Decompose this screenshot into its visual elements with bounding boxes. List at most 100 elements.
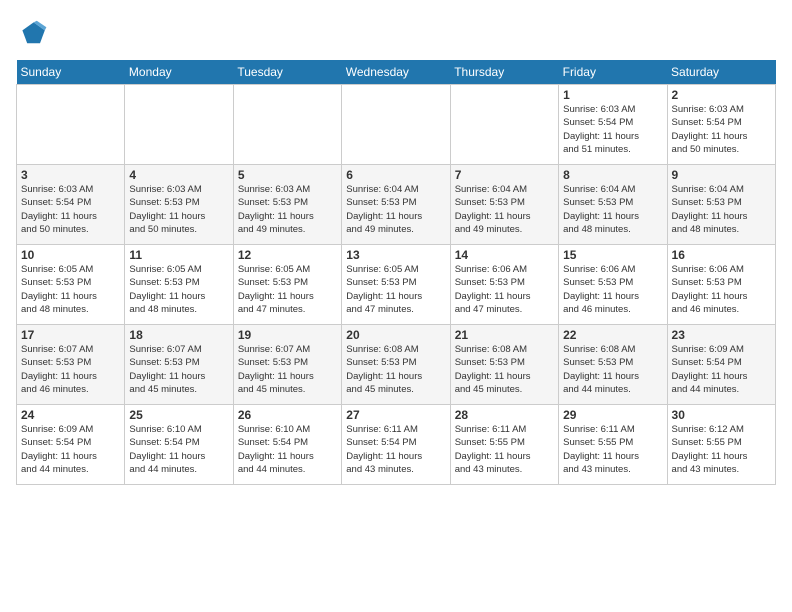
day-number: 15	[563, 248, 662, 262]
calendar-cell: 9Sunrise: 6:04 AM Sunset: 5:53 PM Daylig…	[667, 165, 775, 245]
calendar-cell: 19Sunrise: 6:07 AM Sunset: 5:53 PM Dayli…	[233, 325, 341, 405]
day-info: Sunrise: 6:07 AM Sunset: 5:53 PM Dayligh…	[21, 343, 120, 396]
day-info: Sunrise: 6:06 AM Sunset: 5:53 PM Dayligh…	[563, 263, 662, 316]
day-number: 27	[346, 408, 445, 422]
calendar-cell: 12Sunrise: 6:05 AM Sunset: 5:53 PM Dayli…	[233, 245, 341, 325]
day-number: 7	[455, 168, 554, 182]
calendar-cell: 22Sunrise: 6:08 AM Sunset: 5:53 PM Dayli…	[559, 325, 667, 405]
day-info: Sunrise: 6:04 AM Sunset: 5:53 PM Dayligh…	[346, 183, 445, 236]
day-number: 6	[346, 168, 445, 182]
weekday-header-saturday: Saturday	[667, 60, 775, 85]
day-info: Sunrise: 6:10 AM Sunset: 5:54 PM Dayligh…	[238, 423, 337, 476]
day-info: Sunrise: 6:07 AM Sunset: 5:53 PM Dayligh…	[238, 343, 337, 396]
day-number: 20	[346, 328, 445, 342]
calendar-cell: 18Sunrise: 6:07 AM Sunset: 5:53 PM Dayli…	[125, 325, 233, 405]
day-number: 18	[129, 328, 228, 342]
calendar-cell: 7Sunrise: 6:04 AM Sunset: 5:53 PM Daylig…	[450, 165, 558, 245]
day-number: 2	[672, 88, 771, 102]
week-row-3: 10Sunrise: 6:05 AM Sunset: 5:53 PM Dayli…	[17, 245, 776, 325]
day-info: Sunrise: 6:08 AM Sunset: 5:53 PM Dayligh…	[346, 343, 445, 396]
calendar-table: SundayMondayTuesdayWednesdayThursdayFrid…	[16, 60, 776, 485]
day-number: 5	[238, 168, 337, 182]
weekday-header-monday: Monday	[125, 60, 233, 85]
calendar-cell: 24Sunrise: 6:09 AM Sunset: 5:54 PM Dayli…	[17, 405, 125, 485]
day-number: 24	[21, 408, 120, 422]
calendar-cell: 1Sunrise: 6:03 AM Sunset: 5:54 PM Daylig…	[559, 85, 667, 165]
calendar-cell: 3Sunrise: 6:03 AM Sunset: 5:54 PM Daylig…	[17, 165, 125, 245]
day-info: Sunrise: 6:12 AM Sunset: 5:55 PM Dayligh…	[672, 423, 771, 476]
day-info: Sunrise: 6:06 AM Sunset: 5:53 PM Dayligh…	[672, 263, 771, 316]
weekday-header-friday: Friday	[559, 60, 667, 85]
day-number: 10	[21, 248, 120, 262]
calendar-cell: 11Sunrise: 6:05 AM Sunset: 5:53 PM Dayli…	[125, 245, 233, 325]
calendar-cell	[450, 85, 558, 165]
day-number: 3	[21, 168, 120, 182]
day-info: Sunrise: 6:08 AM Sunset: 5:53 PM Dayligh…	[563, 343, 662, 396]
day-number: 17	[21, 328, 120, 342]
day-number: 25	[129, 408, 228, 422]
calendar-cell	[342, 85, 450, 165]
calendar-cell: 28Sunrise: 6:11 AM Sunset: 5:55 PM Dayli…	[450, 405, 558, 485]
day-info: Sunrise: 6:03 AM Sunset: 5:54 PM Dayligh…	[21, 183, 120, 236]
day-info: Sunrise: 6:04 AM Sunset: 5:53 PM Dayligh…	[563, 183, 662, 236]
day-number: 28	[455, 408, 554, 422]
calendar-cell: 5Sunrise: 6:03 AM Sunset: 5:53 PM Daylig…	[233, 165, 341, 245]
calendar-cell: 2Sunrise: 6:03 AM Sunset: 5:54 PM Daylig…	[667, 85, 775, 165]
day-number: 9	[672, 168, 771, 182]
day-info: Sunrise: 6:11 AM Sunset: 5:55 PM Dayligh…	[455, 423, 554, 476]
weekday-header-tuesday: Tuesday	[233, 60, 341, 85]
day-info: Sunrise: 6:05 AM Sunset: 5:53 PM Dayligh…	[238, 263, 337, 316]
day-info: Sunrise: 6:05 AM Sunset: 5:53 PM Dayligh…	[129, 263, 228, 316]
week-row-2: 3Sunrise: 6:03 AM Sunset: 5:54 PM Daylig…	[17, 165, 776, 245]
weekday-header-row: SundayMondayTuesdayWednesdayThursdayFrid…	[17, 60, 776, 85]
calendar-cell: 17Sunrise: 6:07 AM Sunset: 5:53 PM Dayli…	[17, 325, 125, 405]
calendar-cell: 23Sunrise: 6:09 AM Sunset: 5:54 PM Dayli…	[667, 325, 775, 405]
weekday-header-sunday: Sunday	[17, 60, 125, 85]
day-info: Sunrise: 6:06 AM Sunset: 5:53 PM Dayligh…	[455, 263, 554, 316]
day-number: 12	[238, 248, 337, 262]
calendar-cell: 6Sunrise: 6:04 AM Sunset: 5:53 PM Daylig…	[342, 165, 450, 245]
day-number: 4	[129, 168, 228, 182]
day-number: 19	[238, 328, 337, 342]
day-info: Sunrise: 6:08 AM Sunset: 5:53 PM Dayligh…	[455, 343, 554, 396]
logo	[16, 16, 52, 48]
calendar-cell: 20Sunrise: 6:08 AM Sunset: 5:53 PM Dayli…	[342, 325, 450, 405]
calendar-cell: 13Sunrise: 6:05 AM Sunset: 5:53 PM Dayli…	[342, 245, 450, 325]
calendar-cell: 27Sunrise: 6:11 AM Sunset: 5:54 PM Dayli…	[342, 405, 450, 485]
weekday-header-wednesday: Wednesday	[342, 60, 450, 85]
logo-icon	[16, 16, 48, 48]
day-info: Sunrise: 6:05 AM Sunset: 5:53 PM Dayligh…	[346, 263, 445, 316]
calendar-cell: 10Sunrise: 6:05 AM Sunset: 5:53 PM Dayli…	[17, 245, 125, 325]
day-number: 1	[563, 88, 662, 102]
day-info: Sunrise: 6:07 AM Sunset: 5:53 PM Dayligh…	[129, 343, 228, 396]
week-row-5: 24Sunrise: 6:09 AM Sunset: 5:54 PM Dayli…	[17, 405, 776, 485]
day-info: Sunrise: 6:09 AM Sunset: 5:54 PM Dayligh…	[672, 343, 771, 396]
day-info: Sunrise: 6:04 AM Sunset: 5:53 PM Dayligh…	[455, 183, 554, 236]
week-row-1: 1Sunrise: 6:03 AM Sunset: 5:54 PM Daylig…	[17, 85, 776, 165]
calendar-cell	[125, 85, 233, 165]
page-header	[16, 16, 776, 48]
day-info: Sunrise: 6:03 AM Sunset: 5:54 PM Dayligh…	[563, 103, 662, 156]
calendar-cell: 26Sunrise: 6:10 AM Sunset: 5:54 PM Dayli…	[233, 405, 341, 485]
day-info: Sunrise: 6:09 AM Sunset: 5:54 PM Dayligh…	[21, 423, 120, 476]
day-number: 29	[563, 408, 662, 422]
day-info: Sunrise: 6:03 AM Sunset: 5:53 PM Dayligh…	[129, 183, 228, 236]
day-info: Sunrise: 6:05 AM Sunset: 5:53 PM Dayligh…	[21, 263, 120, 316]
calendar-cell: 25Sunrise: 6:10 AM Sunset: 5:54 PM Dayli…	[125, 405, 233, 485]
calendar-cell: 8Sunrise: 6:04 AM Sunset: 5:53 PM Daylig…	[559, 165, 667, 245]
day-number: 30	[672, 408, 771, 422]
day-number: 21	[455, 328, 554, 342]
day-info: Sunrise: 6:11 AM Sunset: 5:54 PM Dayligh…	[346, 423, 445, 476]
calendar-cell: 14Sunrise: 6:06 AM Sunset: 5:53 PM Dayli…	[450, 245, 558, 325]
calendar-cell: 21Sunrise: 6:08 AM Sunset: 5:53 PM Dayli…	[450, 325, 558, 405]
calendar-cell	[233, 85, 341, 165]
day-number: 13	[346, 248, 445, 262]
week-row-4: 17Sunrise: 6:07 AM Sunset: 5:53 PM Dayli…	[17, 325, 776, 405]
day-number: 26	[238, 408, 337, 422]
day-number: 11	[129, 248, 228, 262]
calendar-cell	[17, 85, 125, 165]
calendar-cell: 29Sunrise: 6:11 AM Sunset: 5:55 PM Dayli…	[559, 405, 667, 485]
day-info: Sunrise: 6:10 AM Sunset: 5:54 PM Dayligh…	[129, 423, 228, 476]
day-number: 23	[672, 328, 771, 342]
calendar-cell: 30Sunrise: 6:12 AM Sunset: 5:55 PM Dayli…	[667, 405, 775, 485]
